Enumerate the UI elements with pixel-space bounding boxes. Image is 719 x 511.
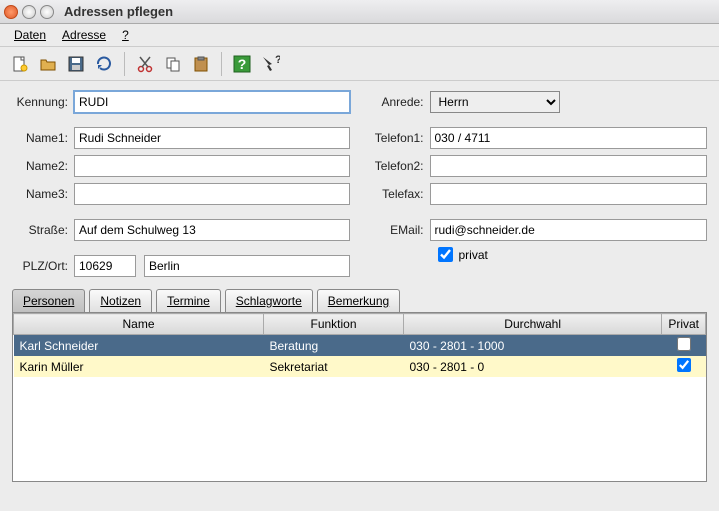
menu-adresse[interactable]: Adresse xyxy=(56,26,112,44)
label-telefax: Telefax: xyxy=(370,187,430,201)
menu-daten[interactable]: Daten xyxy=(8,26,52,44)
label-telefon1: Telefon1: xyxy=(370,131,430,145)
privat-row-checkbox[interactable] xyxy=(677,337,691,351)
refresh-icon[interactable] xyxy=(92,52,116,76)
save-icon[interactable] xyxy=(64,52,88,76)
svg-text:?: ? xyxy=(275,54,280,66)
cell-name: Karl Schneider xyxy=(14,335,264,357)
name1-field[interactable] xyxy=(74,127,350,149)
titlebar: Adressen pflegen xyxy=(0,0,719,24)
name3-field[interactable] xyxy=(74,183,350,205)
toolbar: ? ? xyxy=(0,47,719,81)
cell-name: Karin Müller xyxy=(14,356,264,377)
close-icon[interactable] xyxy=(4,5,18,19)
th-funktion[interactable]: Funktion xyxy=(264,314,404,335)
cell-funktion: Sekretariat xyxy=(264,356,404,377)
menubar: Daten Adresse ? xyxy=(0,24,719,47)
th-name[interactable]: Name xyxy=(14,314,264,335)
help-icon[interactable]: ? xyxy=(230,52,254,76)
tabs: Personen Notizen Termine Schlagworte Bem… xyxy=(0,289,719,312)
telefon2-field[interactable] xyxy=(430,155,708,177)
cut-icon[interactable] xyxy=(133,52,157,76)
tab-bemerkung[interactable]: Bemerkung xyxy=(317,289,400,312)
form-area: Kennung: Name1: Name2: Name3: Straße: PL… xyxy=(0,81,719,289)
cell-funktion: Beratung xyxy=(264,335,404,357)
label-email: EMail: xyxy=(370,223,430,237)
tab-schlagworte[interactable]: Schlagworte xyxy=(225,289,313,312)
window-title: Adressen pflegen xyxy=(64,4,173,19)
open-icon[interactable] xyxy=(36,52,60,76)
kennung-field[interactable] xyxy=(74,91,350,113)
whatsthis-icon[interactable]: ? xyxy=(258,52,282,76)
menu-help[interactable]: ? xyxy=(116,26,135,44)
maximize-icon[interactable] xyxy=(40,5,54,19)
telefax-field[interactable] xyxy=(430,183,708,205)
email-field[interactable] xyxy=(430,219,708,241)
label-name2: Name2: xyxy=(12,159,74,173)
name2-field[interactable] xyxy=(74,155,350,177)
label-anrede: Anrede: xyxy=(370,95,430,109)
table-row[interactable]: Karin MüllerSekretariat030 - 2801 - 0 xyxy=(14,356,706,377)
cell-privat xyxy=(662,335,706,357)
svg-text:?: ? xyxy=(238,56,247,72)
label-kennung: Kennung: xyxy=(12,95,74,109)
telefon1-field[interactable] xyxy=(430,127,708,149)
label-plzort: PLZ/Ort: xyxy=(12,259,74,273)
plz-field[interactable] xyxy=(74,255,136,277)
cell-durchwahl: 030 - 2801 - 1000 xyxy=(404,335,662,357)
label-telefon2: Telefon2: xyxy=(370,159,430,173)
tab-personen[interactable]: Personen xyxy=(12,289,85,312)
privat-row-checkbox[interactable] xyxy=(677,358,691,372)
table-row[interactable]: Karl SchneiderBeratung030 - 2801 - 1000 xyxy=(14,335,706,357)
privat-checkbox[interactable] xyxy=(438,247,453,262)
label-strasse: Straße: xyxy=(12,223,74,237)
tab-notizen[interactable]: Notizen xyxy=(89,289,152,312)
th-privat[interactable]: Privat xyxy=(662,314,706,335)
cell-durchwahl: 030 - 2801 - 0 xyxy=(404,356,662,377)
ort-field[interactable] xyxy=(144,255,350,277)
persons-table: Name Funktion Durchwahl Privat Karl Schn… xyxy=(12,312,707,482)
copy-icon[interactable] xyxy=(161,52,185,76)
label-name3: Name3: xyxy=(12,187,74,201)
new-icon[interactable] xyxy=(8,52,32,76)
label-name1: Name1: xyxy=(12,131,74,145)
minimize-icon[interactable] xyxy=(22,5,36,19)
strasse-field[interactable] xyxy=(74,219,350,241)
th-durchwahl[interactable]: Durchwahl xyxy=(404,314,662,335)
label-privat: privat xyxy=(459,248,488,262)
paste-icon[interactable] xyxy=(189,52,213,76)
cell-privat xyxy=(662,356,706,377)
anrede-select[interactable]: Herrn xyxy=(430,91,560,113)
tab-termine[interactable]: Termine xyxy=(156,289,221,312)
